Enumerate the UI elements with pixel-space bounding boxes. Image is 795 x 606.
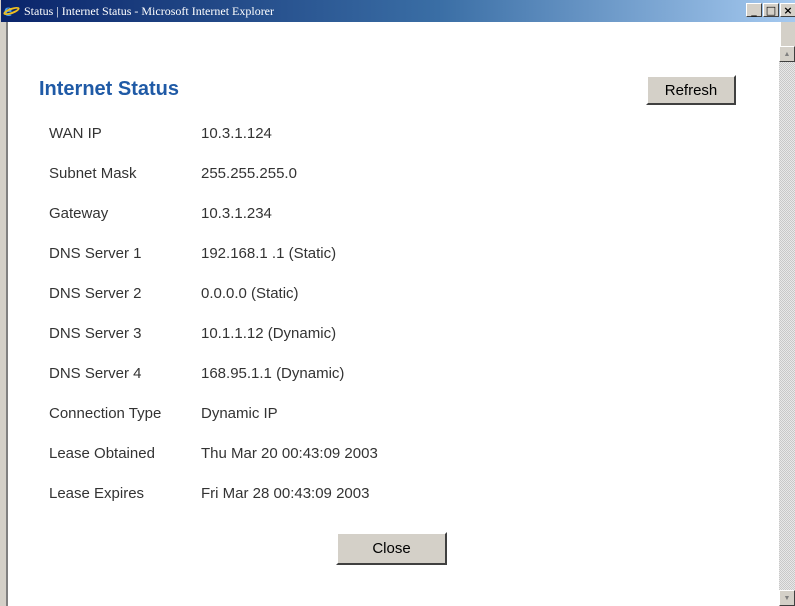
- row-value: 168.95.1.1 (Dynamic): [201, 365, 345, 382]
- row-value: Thu Mar 20 00:43:09 2003: [201, 445, 378, 462]
- status-row-subnet-mask: Subnet Mask 255.255.255.0: [49, 165, 649, 189]
- row-label: Connection Type: [49, 405, 162, 422]
- window-left-border: [1, 22, 8, 606]
- row-label: DNS Server 4: [49, 365, 142, 382]
- vertical-scrollbar[interactable]: ▲ ▼: [779, 46, 795, 606]
- window-title: Status | Internet Status - Microsoft Int…: [24, 3, 275, 18]
- status-row-dns-server-1: DNS Server 1 192.168.1 .1 (Static): [49, 245, 649, 269]
- row-value: 255.255.255.0: [201, 165, 297, 182]
- content-top-area: [8, 22, 781, 46]
- row-label: Lease Obtained: [49, 445, 155, 462]
- status-row-wan-ip: WAN IP 10.3.1.124: [49, 125, 649, 149]
- row-value: 10.3.1.124: [201, 125, 272, 142]
- refresh-button[interactable]: Refresh: [646, 75, 736, 105]
- row-label: DNS Server 3: [49, 325, 142, 342]
- row-value: Dynamic IP: [201, 405, 278, 422]
- page-title: Internet Status: [39, 78, 180, 100]
- status-row-connection-type: Connection Type Dynamic IP: [49, 405, 649, 429]
- browser-window: e Status | Internet Status - Microsoft I…: [0, 0, 795, 606]
- status-row-lease-obtained: Lease Obtained Thu Mar 20 00:43:09 2003: [49, 445, 649, 469]
- status-row-dns-server-4: DNS Server 4 168.95.1.1 (Dynamic): [49, 365, 649, 389]
- row-label: Subnet Mask: [49, 165, 137, 182]
- status-row-lease-expires: Lease Expires Fri Mar 28 00:43:09 2003: [49, 485, 649, 509]
- row-label: Gateway: [49, 205, 109, 222]
- row-label: WAN IP: [49, 125, 102, 142]
- scroll-down-arrow-icon[interactable]: ▼: [779, 590, 795, 606]
- row-value: 192.168.1 .1 (Static): [201, 245, 337, 262]
- row-value: Fri Mar 28 00:43:09 2003: [201, 485, 370, 502]
- status-row-gateway: Gateway 10.3.1.234: [49, 205, 649, 229]
- row-value: 0.0.0.0 (Static): [201, 285, 299, 302]
- row-label: Lease Expires: [49, 485, 145, 502]
- status-row-dns-server-3: DNS Server 3 10.1.1.12 (Dynamic): [49, 325, 649, 349]
- title-bar[interactable]: e Status | Internet Status - Microsoft I…: [1, 0, 795, 22]
- row-value: 10.3.1.234: [201, 205, 272, 222]
- internet-explorer-icon: e: [2, 0, 21, 20]
- status-row-dns-server-2: DNS Server 2 0.0.0.0 (Static): [49, 285, 649, 309]
- scroll-up-arrow-icon[interactable]: ▲: [779, 46, 795, 62]
- row-label: DNS Server 2: [49, 285, 142, 302]
- row-value: 10.1.1.12 (Dynamic): [201, 325, 337, 342]
- window-controls: _ □ ×: [745, 3, 795, 17]
- close-window-button[interactable]: ×: [780, 3, 795, 17]
- row-label: DNS Server 1: [49, 245, 142, 262]
- close-button[interactable]: Close: [336, 532, 447, 565]
- maximize-button[interactable]: □: [763, 3, 779, 17]
- minimize-button[interactable]: _: [746, 3, 762, 17]
